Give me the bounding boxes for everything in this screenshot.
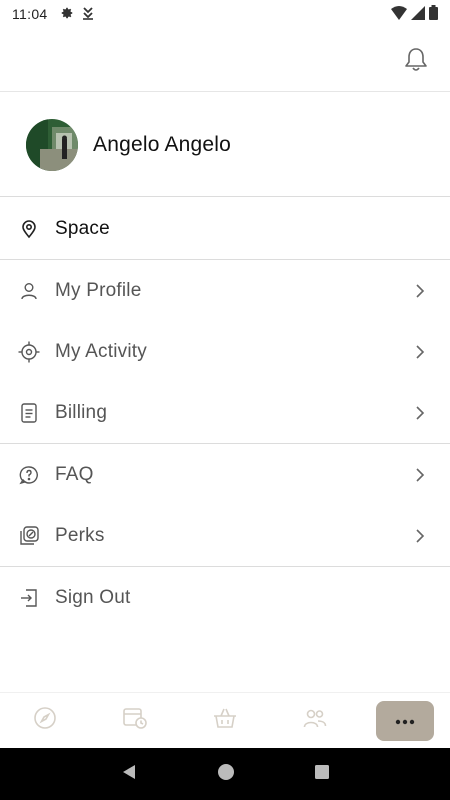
status-bar: 11:04 [0,0,450,28]
chevron-right-icon [414,283,426,299]
system-nav-bar [0,748,450,800]
sign-out-icon [18,587,40,609]
compass-icon [33,706,57,735]
menu-item-space[interactable]: Space [0,198,450,259]
menu-label-space: Space [55,217,110,239]
nav-bookings[interactable] [90,693,180,749]
menu-label-perks: Perks [55,524,105,546]
nav-explore[interactable] [0,693,90,749]
chevron-right-icon [414,467,426,483]
nav-more[interactable] [360,693,450,749]
chevron-right-icon [414,405,426,421]
menu-item-my-profile[interactable]: My Profile [0,260,450,321]
menu: Space My Profile My Activity Billing FAQ… [0,198,450,628]
document-icon [18,402,40,424]
battery-icon [429,5,438,23]
menu-item-my-activity[interactable]: My Activity [0,321,450,382]
menu-label-sign-out: Sign Out [55,586,131,608]
gear-icon [60,6,74,23]
chevron-right-icon [414,344,426,360]
menu-item-faq[interactable]: FAQ [0,444,450,505]
menu-label-faq: FAQ [55,463,94,485]
recents-icon[interactable] [314,764,330,785]
avatar[interactable] [26,118,78,171]
people-icon [303,707,327,734]
bottom-nav [0,692,450,748]
wifi-icon [391,5,407,23]
more-icon [395,712,415,730]
nav-shop[interactable] [180,693,270,749]
menu-label-my-profile: My Profile [55,279,142,301]
menu-item-perks[interactable]: Perks [0,505,450,566]
crosshair-icon [18,341,40,363]
basket-icon [213,707,237,734]
user-icon [18,280,40,302]
menu-item-sign-out[interactable]: Sign Out [0,567,450,628]
back-icon[interactable] [120,763,138,786]
signal-icon [411,5,425,23]
bell-icon[interactable] [402,44,430,76]
help-bubble-icon [18,464,40,486]
more-button[interactable] [376,700,434,741]
menu-label-my-activity: My Activity [55,340,147,362]
calendar-clock-icon [122,706,148,735]
menu-item-billing[interactable]: Billing [0,382,450,443]
menu-label-billing: Billing [55,401,108,423]
status-time: 11:04 [12,6,48,22]
profile-header[interactable]: Angelo Angelo [0,93,450,197]
discount-tag-icon [18,525,40,547]
download-icon [82,6,94,23]
top-app-bar [0,28,450,92]
home-icon[interactable] [217,763,235,786]
location-pin-icon [18,218,40,240]
nav-community[interactable] [270,693,360,749]
chevron-right-icon [414,528,426,544]
profile-name: Angelo Angelo [93,132,232,156]
